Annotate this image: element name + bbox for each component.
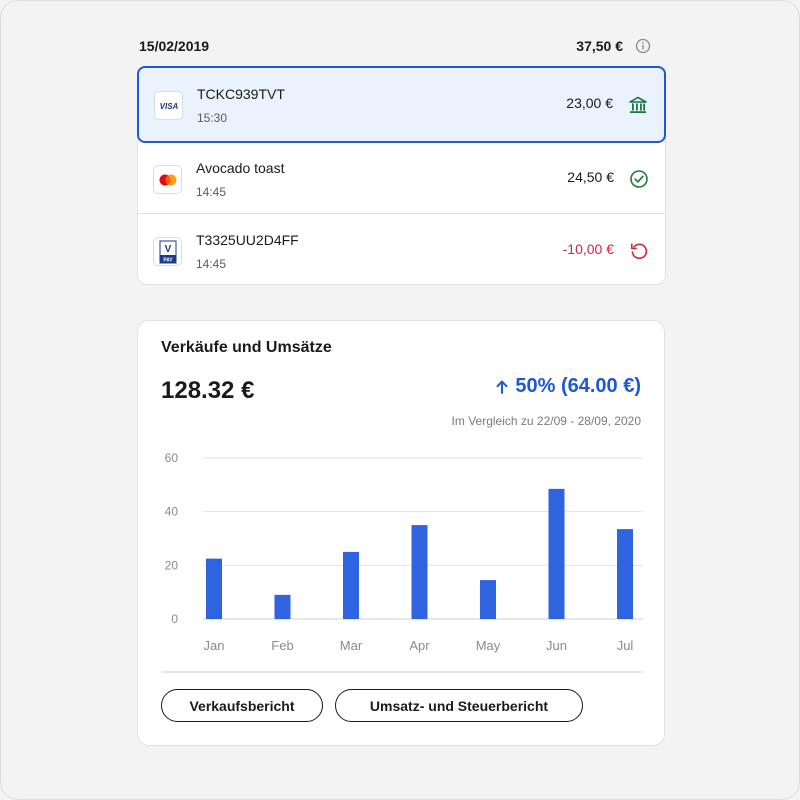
transaction-time: 15:30 <box>197 111 228 125</box>
chart-x-tick-label: Apr <box>409 638 430 653</box>
svg-text:VISA: VISA <box>159 102 178 111</box>
transaction-list: VISA TCKC939TVT 15:30 23,00 € Avocado to… <box>137 66 666 285</box>
svg-text:V: V <box>164 244 171 255</box>
chart-bar <box>411 525 428 619</box>
chart-y-tick-label: 40 <box>165 505 179 519</box>
day-total-group: 37,50 € <box>576 38 651 54</box>
transaction-amount: 23,00 € <box>566 95 613 111</box>
info-icon[interactable] <box>635 38 651 54</box>
chart-bar <box>548 488 565 619</box>
chart-bar <box>343 551 359 619</box>
transaction-title: T3325UU2D4FF <box>196 232 299 248</box>
chart-y-tick-label: 20 <box>165 558 179 572</box>
chart-y-tick-label: 0 <box>171 612 178 626</box>
bank-icon <box>628 95 648 115</box>
sales-card: Verkäufe und Umsätze 128.32 € 50% (64.00… <box>137 320 665 746</box>
chart-x-tick-label: Jan <box>204 638 225 653</box>
chart-bar <box>480 580 496 619</box>
transaction-row[interactable]: VISA TCKC939TVT 15:30 23,00 € <box>137 66 666 143</box>
chart-x-tick-label: May <box>476 638 501 653</box>
transaction-time: 14:45 <box>196 185 227 199</box>
chart-x-tick-label: Jun <box>546 638 567 653</box>
chart-bar <box>274 594 291 619</box>
chart-x-tick-label: Jul <box>617 638 634 653</box>
vpay-card-icon: V PAY <box>153 237 182 266</box>
transaction-title: Avocado toast <box>196 160 285 176</box>
visa-card-icon: VISA <box>154 91 183 120</box>
svg-text:PAY: PAY <box>163 257 173 263</box>
day-header: 15/02/2019 37,50 € <box>139 36 651 56</box>
chart-bar <box>206 558 222 619</box>
refund-icon <box>629 241 649 261</box>
transaction-amount: -10,00 € <box>562 241 614 257</box>
sales-chart: 0 20 40 60 Jan Feb Mar Apr May Jun Jul <box>161 451 643 673</box>
transaction-time: 14:45 <box>196 257 227 271</box>
transaction-amount: 24,50 € <box>567 169 614 185</box>
day-total: 37,50 € <box>576 38 623 54</box>
chart-x-tick-label: Mar <box>340 638 363 653</box>
sales-report-button[interactable]: Verkaufsbericht <box>161 689 323 722</box>
chart-y-tick-label: 60 <box>165 451 179 465</box>
transaction-row[interactable]: Avocado toast 14:45 24,50 € <box>138 142 665 214</box>
chart-x-tick-label: Feb <box>271 638 293 653</box>
mastercard-icon <box>153 165 182 194</box>
check-circle-icon <box>629 169 649 189</box>
tax-report-button[interactable]: Umsatz- und Steuerbericht <box>335 689 583 722</box>
day-date: 15/02/2019 <box>139 38 210 54</box>
chart-bar <box>617 529 633 619</box>
transaction-title: TCKC939TVT <box>197 86 285 102</box>
transaction-row[interactable]: V PAY T3325UU2D4FF 14:45 -10,00 € <box>138 214 665 286</box>
